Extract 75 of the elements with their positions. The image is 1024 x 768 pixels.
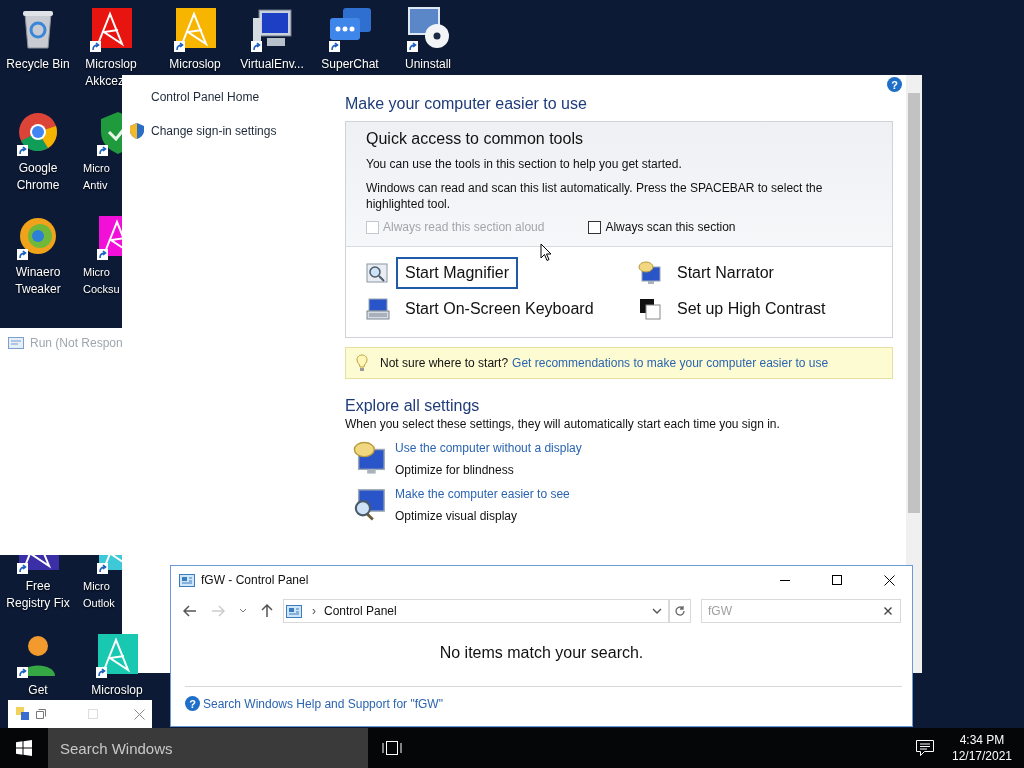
search-field[interactable]: Search Windows xyxy=(48,728,368,768)
task-view-icon[interactable] xyxy=(382,741,402,755)
speech-monitor-icon xyxy=(353,441,387,475)
close-icon[interactable] xyxy=(134,708,145,720)
desktop-icon-label: Get xyxy=(28,682,48,699)
dropdown-caret-icon[interactable] xyxy=(239,608,247,614)
magnifier-icon xyxy=(353,487,387,521)
section-title: Explore all settings xyxy=(345,397,481,415)
section-title: Quick access to common tools xyxy=(366,130,584,148)
checkbox[interactable]: Always scan this section xyxy=(588,220,736,234)
desktop-icon-label: VirtualEnv... xyxy=(240,56,304,73)
minimized-window-bar[interactable] xyxy=(8,700,152,728)
sidebar-link[interactable]: Control Panel Home xyxy=(122,90,345,104)
run-icon xyxy=(8,337,24,349)
control-panel-icon xyxy=(286,604,302,618)
recommendations-link[interactable]: Get recommendations to make your computer easier to use xyxy=(512,356,829,370)
desktop-icon-label: Recycle Bin xyxy=(6,56,70,73)
desktop-icon-label: Google Chrome xyxy=(16,160,60,194)
scrollbar[interactable] xyxy=(906,75,922,673)
help-icon: ? xyxy=(185,696,200,711)
close-icon xyxy=(883,574,895,586)
back-arrow-icon[interactable] xyxy=(183,605,197,617)
tip-text: Not sure where to start? xyxy=(380,356,509,370)
clear-icon[interactable] xyxy=(884,607,892,615)
refresh-button[interactable] xyxy=(669,599,691,623)
desktop-icon-label: Uninstall xyxy=(405,56,451,73)
refresh-icon xyxy=(674,605,686,617)
desktop-icon-label: Micro Outlok xyxy=(83,579,115,611)
magnifier-icon xyxy=(366,261,390,285)
sidebar-link[interactable]: Change sign-in settings xyxy=(122,124,345,138)
section-text: When you select these settings, they will automatically start each time you sign in. xyxy=(345,417,781,431)
contrast-icon xyxy=(638,297,662,321)
breadcrumb-item[interactable]: Control Panel xyxy=(324,604,397,618)
desktop-icon-label: Winaero Tweaker xyxy=(15,264,61,298)
desktop-icon-label: Microslop xyxy=(91,682,143,699)
section-text: You can use the tools in this section to help you get started. xyxy=(366,156,683,172)
maximize-icon xyxy=(832,575,842,585)
window-title: Run (Not Respon xyxy=(30,336,123,350)
empty-message: No items match your search. xyxy=(438,643,645,663)
control-panel-icon xyxy=(179,573,195,587)
clock-date[interactable]: 12/17/2021 xyxy=(951,748,1013,764)
page-title: Make your computer easier to use xyxy=(345,95,588,113)
desktop-icon-label: Microslop xyxy=(169,56,221,73)
up-arrow-icon[interactable] xyxy=(261,604,273,618)
desktop-icon-label: Micro Antiv xyxy=(83,161,110,193)
tool-link[interactable]: Set up High Contrast xyxy=(668,293,835,325)
section-text: Windows can read and scan this list automatically. Press the SPACEBAR to select the highlighted tool. xyxy=(366,180,824,212)
speech-monitor-icon xyxy=(638,261,662,285)
chevron-down-icon[interactable] xyxy=(652,607,662,615)
setting-description: Optimize visual display xyxy=(395,509,519,523)
help-icon[interactable]: ? xyxy=(887,77,902,92)
restore-icon[interactable] xyxy=(36,709,46,719)
lightbulb-icon xyxy=(356,354,368,372)
shield-icon xyxy=(130,123,144,139)
desktop-icon-label: Micro Cocksu xyxy=(83,265,120,297)
window-title: fGW - Control Panel xyxy=(201,573,309,587)
tool-link[interactable]: Start Magnifier xyxy=(396,257,519,289)
desktop-icon-label: SuperChat xyxy=(321,56,379,73)
mouse-cursor-icon xyxy=(540,243,552,262)
breadcrumb-separator: › xyxy=(312,604,316,618)
setting-link[interactable]: Make the computer easier to see xyxy=(395,487,570,501)
desktop-icon-label: Microslop Akkcez xyxy=(85,56,137,90)
setting-description: Optimize for blindness xyxy=(395,463,515,477)
help-link[interactable]: Search Windows Help and Support for "fGW" xyxy=(203,696,443,711)
keyboard-icon xyxy=(366,297,390,321)
scrollbar-thumb[interactable] xyxy=(908,93,920,513)
address-bar[interactable]: › Control Panel xyxy=(283,599,669,623)
tool-link[interactable]: Start Narrator xyxy=(668,257,783,289)
setting-link[interactable]: Use the computer without a display xyxy=(395,441,582,455)
notification-icon[interactable] xyxy=(916,740,934,756)
tool-link[interactable]: Start On-Screen Keyboard xyxy=(396,293,603,325)
desktop-icon-label: Free Registry Fix xyxy=(6,578,70,612)
clock-time[interactable]: 4:34 PM xyxy=(959,732,1005,748)
windows-logo-icon xyxy=(16,740,32,756)
window-icon xyxy=(16,707,30,721)
